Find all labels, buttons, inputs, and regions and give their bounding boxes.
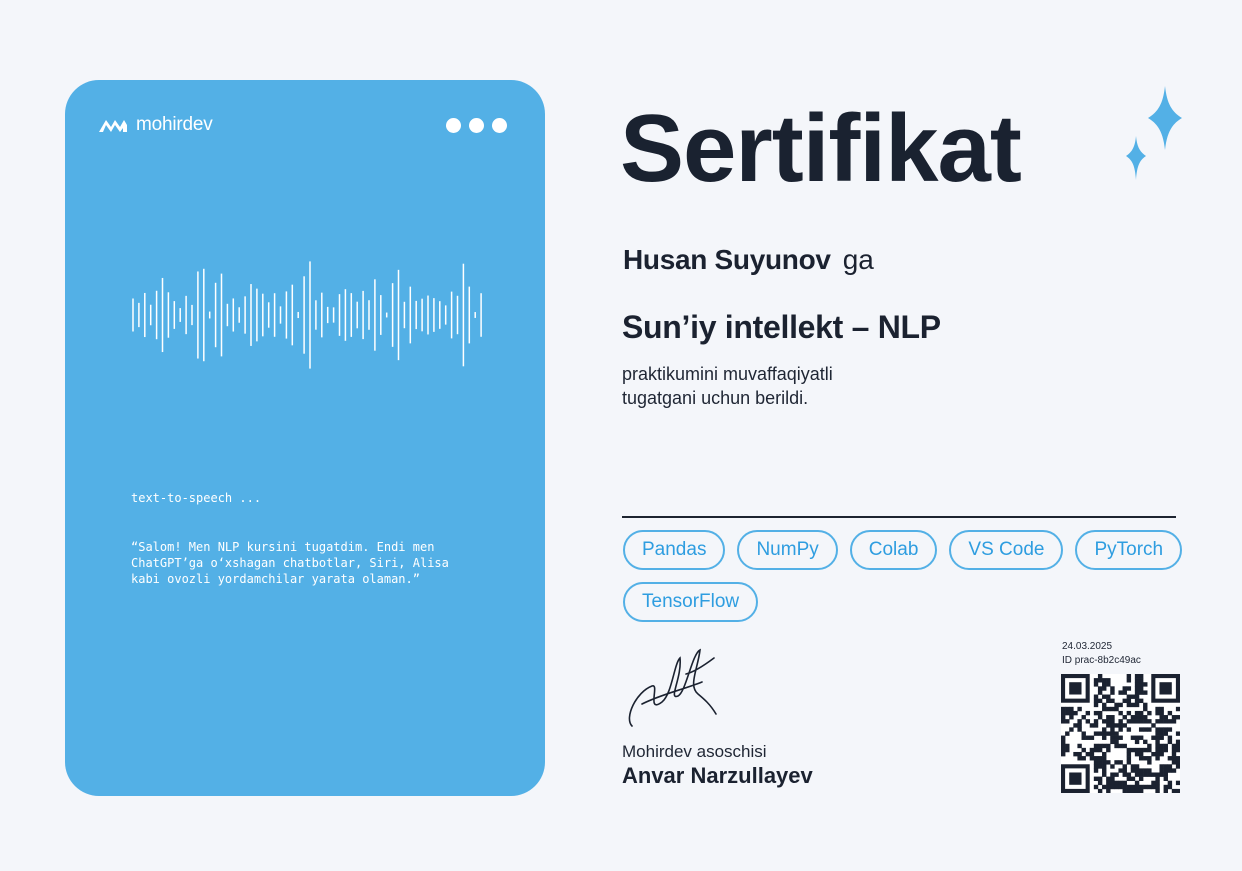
qr-code-icon: [1061, 674, 1180, 793]
skill-tags: Pandas NumPy Colab VS Code PyTorch Tenso…: [623, 530, 1183, 622]
signature-icon: [628, 648, 717, 727]
skill-tag: Colab: [849, 530, 938, 570]
certificate-title: Sertifikat: [620, 95, 1022, 202]
quote-line: “Salom! Men NLP kursini tugatdim. Endi m…: [131, 540, 435, 554]
certificate-meta: 24.03.2025 ID prac-8b2c49ac: [1062, 640, 1141, 668]
recipient-name: Husan Suyunov: [623, 244, 831, 275]
skill-tag: Pandas: [623, 530, 726, 570]
skill-tag: TensorFlow: [623, 582, 759, 622]
dot-icon: [469, 118, 484, 133]
card-caption: text-to-speech ...: [131, 491, 262, 505]
illustration-card: mohirdev text-to-speech ... “Salom! Men …: [65, 80, 545, 796]
description-line: praktikumini muvaffaqiyatli: [622, 364, 833, 384]
dot-icon: [492, 118, 507, 133]
card-quote: “Salom! Men NLP kursini tugatdim. Endi m…: [131, 539, 471, 587]
brand-name: mohirdev: [136, 114, 213, 135]
brand-logo: mohirdev: [98, 114, 213, 136]
dot-icon: [446, 118, 461, 133]
skill-tag: VS Code: [949, 530, 1064, 570]
skill-tag: PyTorch: [1075, 530, 1183, 570]
recipient-line: Husan Suyunov ga: [623, 244, 874, 276]
skill-tag: NumPy: [737, 530, 838, 570]
sparkle-icon: [1126, 86, 1182, 180]
certificate-description: praktikumini muvaffaqiyatli tugatgani uc…: [622, 362, 833, 410]
founder-name: Anvar Narzullayev: [622, 763, 813, 788]
course-title: Sun’iy intellekt – NLP: [622, 309, 941, 345]
founder-role: Mohirdev asoschisi: [622, 742, 767, 761]
sound-wave-graphic: [132, 261, 482, 369]
divider: [622, 516, 1176, 518]
certificate-id: ID prac-8b2c49ac: [1062, 655, 1141, 666]
recipient-suffix: ga: [842, 244, 874, 275]
description-line: tugatgani uchun berildi.: [622, 388, 809, 408]
quote-line: ChatGPT’ga o‘xshagan chatbotlar, Siri, A…: [131, 556, 449, 570]
window-dots: [446, 118, 507, 133]
issue-date: 24.03.2025: [1062, 641, 1113, 652]
mohirdev-logo-icon: [99, 120, 127, 132]
quote-line: kabi ovozli yordamchilar yarata olaman.”: [131, 572, 420, 586]
